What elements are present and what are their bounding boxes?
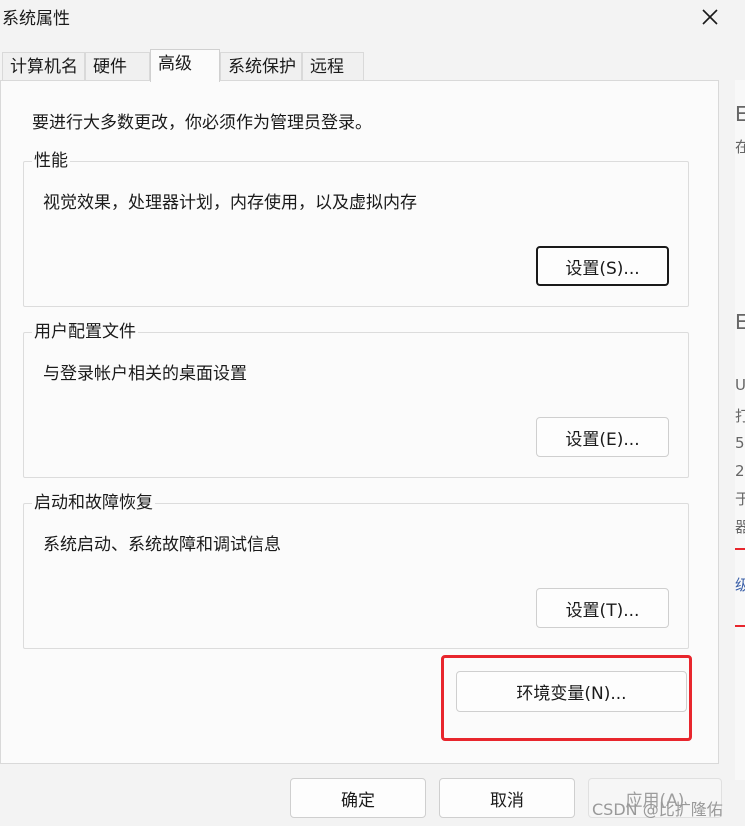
watermark: CSDN @比扩隆佑 [592,800,723,819]
background-text: 在 [735,138,745,156]
performance-settings-button[interactable]: 设置(S)... [536,246,669,286]
background-red-line [734,548,745,550]
close-icon [702,9,718,25]
tab-computer-name[interactable]: 计算机名 [2,52,85,81]
background-text: 58 [735,434,745,452]
admin-notice: 要进行大多数更改，你必须作为管理员登录。 [32,113,372,133]
group-description: 与登录帐户相关的桌面设置 [43,364,247,384]
window-title: 系统属性 [2,9,70,29]
background-text: 于 [735,490,745,508]
tab-system-protection[interactable]: 系统保护 [220,52,302,81]
group-title: 性能 [32,150,70,172]
group-description: 系统启动、系统故障和调试信息 [43,535,281,555]
tab-bar: 计算机名 硬件 高级 系统保护 远程 [0,49,740,82]
background-link-text: 级 [735,576,745,594]
ok-button[interactable]: 确定 [290,778,426,818]
group-title: 启动和故障恢复 [32,492,155,514]
group-title: 用户配置文件 [32,321,138,343]
user-profiles-settings-button[interactable]: 设置(E)... [536,417,669,457]
background-text: 器 [735,518,745,536]
tab-hardware[interactable]: 硬件 [85,52,150,81]
background-text: 打 [735,407,745,425]
background-red-line [734,625,745,627]
background-text: E [735,310,745,334]
startup-recovery-settings-button[interactable]: 设置(T)... [536,588,669,628]
background-text: 2- [735,462,745,480]
close-button[interactable] [688,0,732,34]
title-bar: 系统属性 [0,0,735,36]
annotation-highlight-box [441,655,692,741]
group-description: 视觉效果，处理器计划，内存使用，以及虚拟内存 [43,193,417,213]
background-text: E [735,102,745,126]
tab-remote[interactable]: 远程 [302,52,364,81]
tab-advanced[interactable]: 高级 [150,49,220,82]
system-properties-dialog: 系统属性 计算机名 硬件 高级 系统保护 远程 要进行大多数更改，你必须作为管理… [0,0,735,826]
background-text: UI [735,376,745,394]
cancel-button[interactable]: 取消 [439,778,575,818]
